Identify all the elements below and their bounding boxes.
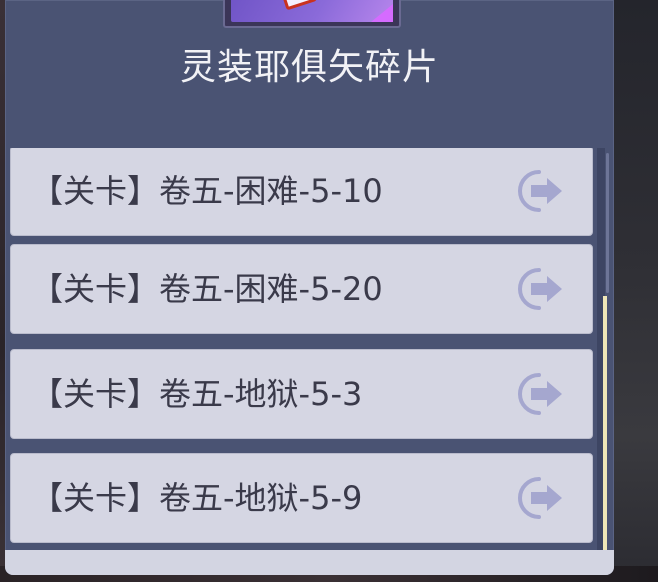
goto-arrow-icon[interactable]: [509, 266, 567, 312]
source-label: 【关卡】卷五-地狱-5-9: [31, 479, 363, 517]
goto-arrow-icon[interactable]: [509, 168, 567, 214]
source-row-3[interactable]: 【关卡】卷五-地狱-5-3: [10, 349, 593, 439]
panel-bottom-edge: [5, 550, 614, 575]
source-label: 【关卡】卷五-困难-5-20: [31, 270, 383, 308]
item-fragment-icon: [223, 0, 401, 28]
rarity-corner-icon: [371, 4, 393, 22]
source-row-2[interactable]: 【关卡】卷五-困难-5-20: [10, 244, 593, 334]
scrollbar-thumb[interactable]: [606, 153, 609, 293]
source-row-4[interactable]: 【关卡】卷五-地狱-5-9: [10, 453, 593, 543]
goto-arrow-icon[interactable]: [509, 371, 567, 417]
source-label: 【关卡】卷五-地狱-5-3: [31, 375, 363, 413]
source-list[interactable]: 【关卡】卷五-困难-5-10 【关卡】卷五-困难-5-20 【关卡】卷五-地狱-…: [10, 148, 595, 550]
background-art-right: [614, 0, 658, 582]
item-icon-art: [231, 0, 393, 22]
item-title: 灵装耶俱矢碎片: [179, 47, 439, 88]
source-label: 【关卡】卷五-困难-5-10: [31, 172, 383, 210]
goto-arrow-icon[interactable]: [509, 475, 567, 521]
scrollbar-lower-track: [603, 296, 607, 552]
source-row-1[interactable]: 【关卡】卷五-困难-5-10: [10, 148, 593, 236]
